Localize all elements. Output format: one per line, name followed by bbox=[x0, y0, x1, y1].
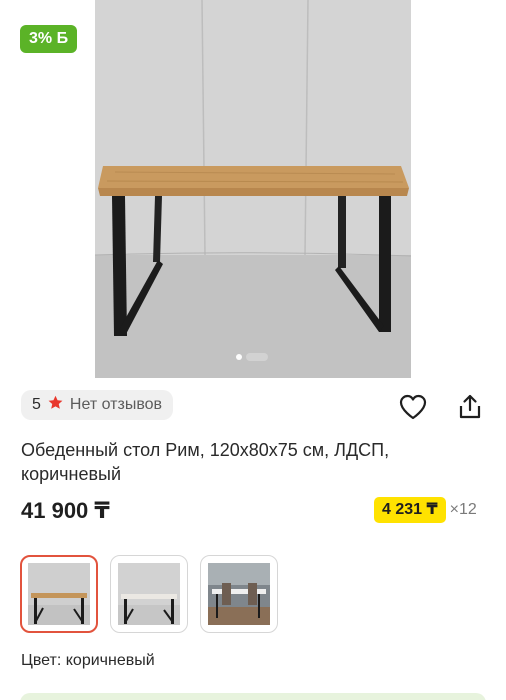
favorite-button[interactable] bbox=[398, 394, 428, 424]
product-price: 41 900 ₸ bbox=[21, 498, 110, 523]
installment-months: ×12 bbox=[449, 501, 477, 518]
share-icon bbox=[456, 393, 484, 426]
reviews-count: Нет отзывов bbox=[69, 396, 163, 413]
gallery-dot-active[interactable] bbox=[236, 354, 242, 360]
bottom-action-bar[interactable] bbox=[20, 693, 486, 700]
share-button[interactable] bbox=[455, 394, 485, 424]
rating-reviews-chip[interactable]: 5 Нет отзывов bbox=[21, 390, 174, 420]
product-photo[interactable] bbox=[95, 0, 411, 378]
variant-thumb-brown[interactable] bbox=[20, 555, 98, 633]
variant-thumbnails bbox=[20, 555, 278, 633]
variant-thumb-interior[interactable] bbox=[200, 555, 278, 633]
installment-amount: 4 231 ₸ bbox=[374, 497, 446, 523]
cashback-badge: 3% Б bbox=[20, 25, 78, 53]
gallery-dot[interactable] bbox=[246, 353, 268, 361]
heart-icon bbox=[399, 394, 427, 425]
selected-color-label: Цвет: коричневый bbox=[21, 652, 155, 669]
rating-value: 5 bbox=[32, 396, 41, 413]
star-icon bbox=[47, 394, 64, 416]
variant-thumb-white[interactable] bbox=[110, 555, 188, 633]
gallery-pagination bbox=[236, 352, 268, 362]
product-gallery[interactable]: 3% Б bbox=[0, 0, 506, 380]
product-title: Обеденный стол Рим, 120х80х75 см, ЛДСП, … bbox=[21, 440, 390, 484]
installment-offer[interactable]: 4 231 ₸ ×12 bbox=[374, 497, 477, 523]
